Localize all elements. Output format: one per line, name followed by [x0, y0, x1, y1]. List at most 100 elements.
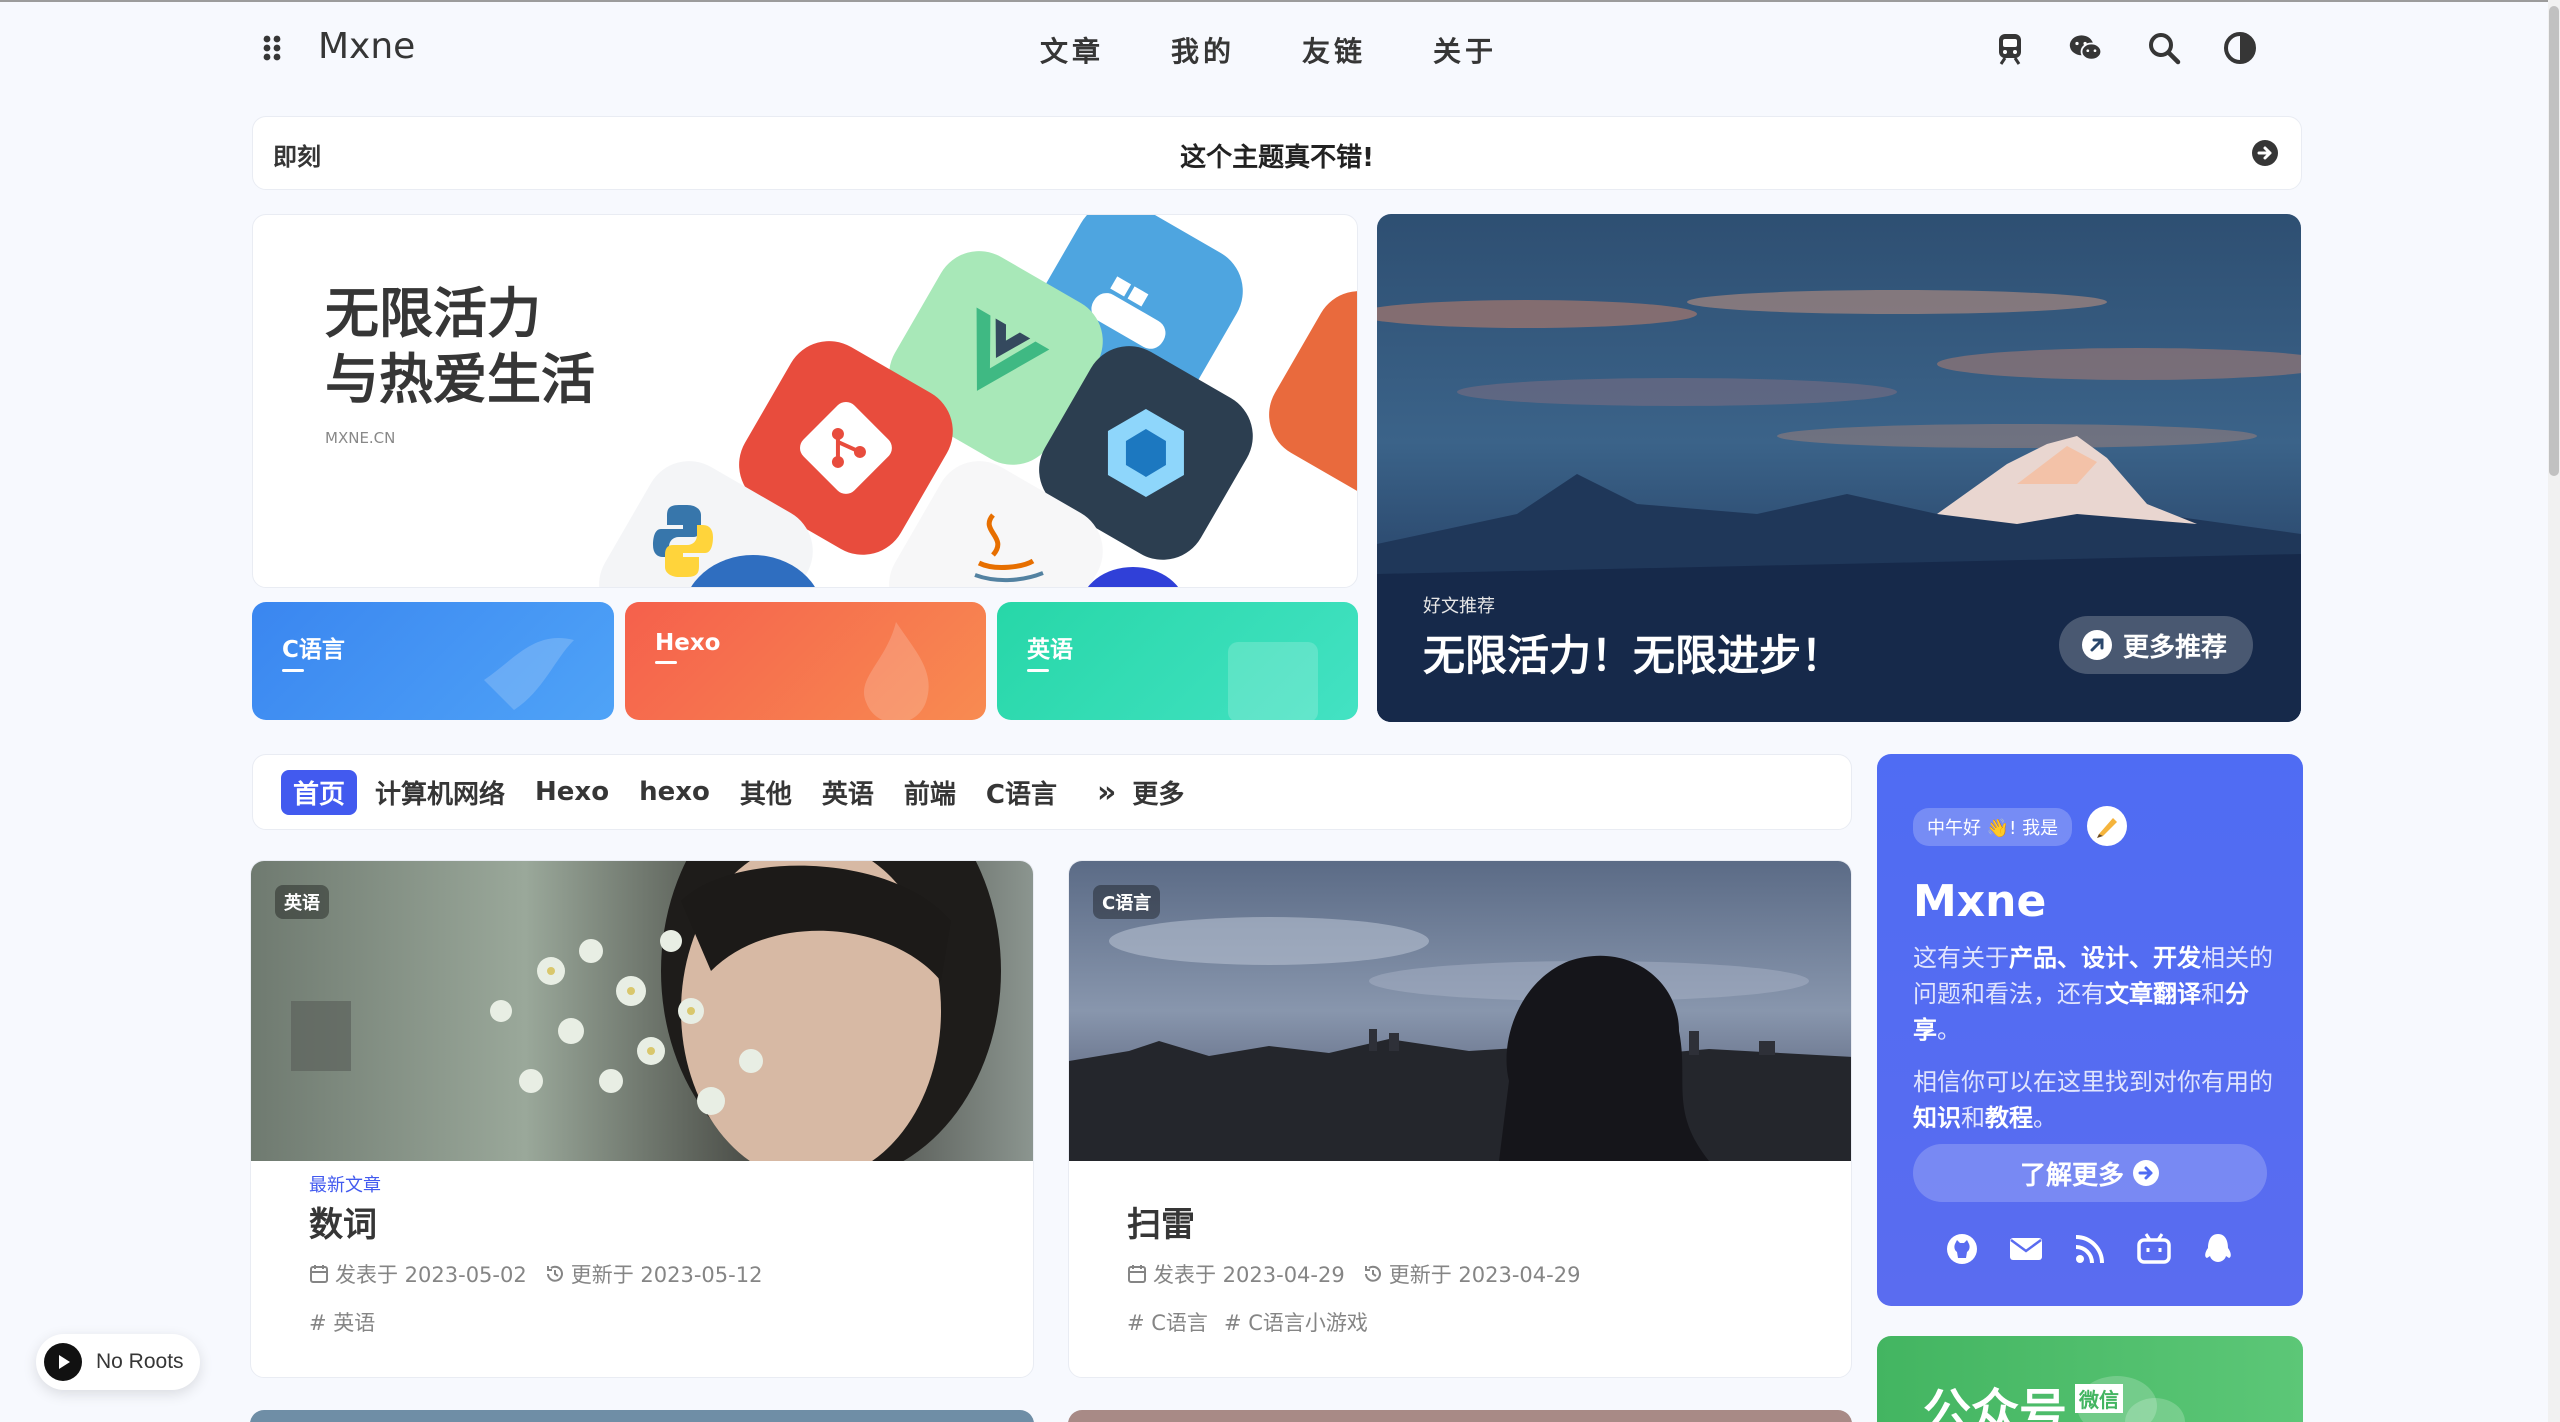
tab-frontend[interactable]: 前端: [904, 774, 956, 811]
article-card-peek: [250, 1410, 1034, 1422]
tab-english[interactable]: 英语: [822, 774, 874, 811]
hero-banner[interactable]: 无限活力 与热爱生活 MXNE.CN: [252, 214, 1358, 588]
rss-icon[interactable]: [2071, 1230, 2109, 1268]
wechat-badge: 微信: [2075, 1384, 2123, 1413]
article-tag[interactable]: # C语言: [1127, 1307, 1208, 1337]
article-cover-image: [1069, 861, 1851, 1161]
article-category-badge[interactable]: C语言: [1093, 885, 1161, 919]
author-intro-text: 这有关于: [1913, 944, 2009, 972]
featured-label: 好文推荐: [1423, 596, 1495, 617]
site-brand[interactable]: Mxne: [318, 26, 415, 67]
history-icon: [546, 1265, 563, 1282]
tab-c-language[interactable]: C语言: [986, 774, 1057, 811]
category-card-hexo[interactable]: Hexo: [625, 602, 986, 720]
more-recommend-label: 更多推荐: [2123, 632, 2228, 663]
menu-item-articles[interactable]: 文章: [1040, 30, 1171, 70]
social-links: [1877, 1230, 2303, 1268]
category-tab-bar: 首页 计算机网络 Hexo hexo 其他 英语 前端 C语言 » 更多: [252, 754, 1852, 830]
qq-icon[interactable]: [2199, 1230, 2237, 1268]
article-meta: 发表于 2023-04-29 更新于 2023-04-29: [1127, 1259, 1580, 1289]
grid-menu-icon[interactable]: [262, 34, 286, 62]
article-meta: 发表于 2023-05-02 更新于 2023-05-12: [309, 1259, 762, 1289]
train-icon[interactable]: [1992, 30, 2028, 66]
calendar-icon: [310, 1265, 328, 1283]
category-card-c[interactable]: C语言: [252, 602, 614, 720]
article-tag[interactable]: # 英语: [309, 1307, 375, 1337]
author-intro-text: 相信你可以在这里找到对你有用的: [1913, 1068, 2273, 1096]
article-card-peek: [1068, 1410, 1852, 1422]
menu-item-about[interactable]: 关于: [1433, 30, 1564, 70]
author-name: Mxne: [1913, 876, 2047, 927]
tab-hexo-lower[interactable]: hexo: [639, 777, 710, 807]
book-icon: [1228, 642, 1318, 720]
menu-item-links[interactable]: 友链: [1302, 30, 1433, 70]
author-intro-highlight: 产品、设计、开发: [2009, 944, 2201, 972]
article-title[interactable]: 扫雷: [1127, 1197, 1195, 1246]
history-icon: [1364, 1265, 1381, 1282]
featured-title[interactable]: 无限活力！无限进步！: [1423, 622, 1843, 683]
wechat-official-account-card[interactable]: 公众号 微信: [1877, 1336, 2303, 1422]
wechat-title: 公众号: [1923, 1384, 2068, 1422]
learn-more-button[interactable]: 了解更多: [1913, 1144, 2267, 1202]
article-card[interactable]: C语言 扫雷 发表于 2023-04-29 更新于 2023-04-29 # C…: [1068, 860, 1852, 1378]
tab-more[interactable]: 更多: [1132, 774, 1184, 811]
category-card-hexo-label: Hexo: [655, 630, 721, 664]
top-nav: Mxne 文章 我的 友链 关于: [0, 0, 2560, 96]
author-intro-highlight: 文章翻译: [2105, 980, 2201, 1008]
announcement-bar[interactable]: 即刻 这个主题真不错!: [252, 116, 2302, 190]
tech-logos-illustration: [599, 215, 1357, 587]
tab-computer-network[interactable]: 计算机网络: [375, 774, 505, 811]
greeting-badge: 中午好 👋! 我是: [1913, 808, 2073, 846]
arrow-right-circle-icon[interactable]: [2251, 139, 2279, 167]
article-updated-date: 更新于 2023-04-29: [1388, 1263, 1581, 1287]
author-intro-highlight: 教程: [1985, 1104, 2033, 1132]
learn-more-label: 了解更多: [2019, 1160, 2124, 1191]
latest-article-tag: 最新文章: [309, 1175, 381, 1196]
scrollbar-thumb[interactable]: [2549, 6, 2559, 476]
announcement-message[interactable]: 这个主题真不错!: [253, 137, 2301, 174]
email-icon[interactable]: [2007, 1230, 2045, 1268]
author-intro-text: 。: [2033, 1104, 2057, 1132]
author-intro: 这有关于产品、设计、开发相关的问题和看法，还有文章翻译和分享。: [1913, 940, 2273, 1048]
dark-mode-toggle-icon[interactable]: [2222, 30, 2258, 66]
main-menu: 文章 我的 友链 关于: [1040, 30, 1564, 70]
flame-icon: [864, 622, 929, 720]
tab-other[interactable]: 其他: [740, 774, 792, 811]
featured-post-card[interactable]: 好文推荐 无限活力！无限进步！ 更多推荐: [1377, 214, 2301, 722]
wechat-icon[interactable]: [2068, 30, 2104, 66]
calendar-icon: [1128, 1265, 1146, 1283]
tab-hexo[interactable]: Hexo: [535, 777, 609, 807]
article-tags: # 英语: [309, 1307, 375, 1337]
bilibili-icon[interactable]: [2135, 1230, 2173, 1268]
article-card[interactable]: 英语 最新文章 数词 发表于 2023-05-02 更新于 2023-05-12…: [250, 860, 1034, 1378]
play-icon[interactable]: [44, 1343, 82, 1381]
bird-icon: [484, 638, 574, 710]
article-published-date: 发表于 2023-04-29: [1153, 1263, 1345, 1287]
search-icon[interactable]: [2146, 30, 2182, 66]
double-chevron-right-icon[interactable]: »: [1097, 775, 1116, 810]
arrow-up-right-circle-icon: [2082, 630, 2112, 660]
category-card-english[interactable]: 英语: [997, 602, 1358, 720]
tab-home[interactable]: 首页: [281, 769, 358, 815]
author-intro-2: 相信你可以在这里找到对你有用的知识和教程。: [1913, 1064, 2273, 1136]
author-intro-text: 。: [1937, 1016, 1961, 1044]
menu-item-mine[interactable]: 我的: [1171, 30, 1302, 70]
article-category-badge[interactable]: 英语: [275, 885, 329, 919]
author-intro-text: 和: [2201, 980, 2225, 1008]
article-updated-date: 更新于 2023-05-12: [570, 1263, 763, 1287]
music-track-title: No Roots: [96, 1350, 184, 1373]
github-icon[interactable]: [1943, 1230, 1981, 1268]
category-card-c-label: C语言: [282, 630, 345, 672]
music-player[interactable]: No Roots: [36, 1334, 200, 1390]
writing-hand-icon: [2097, 818, 2117, 838]
article-tag[interactable]: # C语言小游戏: [1224, 1307, 1368, 1337]
avatar[interactable]: [2087, 806, 2127, 846]
author-info-card: 中午好 👋! 我是 Mxne 这有关于产品、设计、开发相关的问题和看法，还有文章…: [1877, 754, 2303, 1306]
article-published-date: 发表于 2023-05-02: [335, 1263, 527, 1287]
author-intro-text: 和: [1961, 1104, 1985, 1132]
category-card-english-label: 英语: [1027, 630, 1073, 672]
more-recommend-button[interactable]: 更多推荐: [2059, 616, 2253, 674]
article-title[interactable]: 数词: [309, 1197, 377, 1246]
article-cover-image: [251, 861, 1033, 1161]
author-intro-highlight: 知识: [1913, 1104, 1961, 1132]
